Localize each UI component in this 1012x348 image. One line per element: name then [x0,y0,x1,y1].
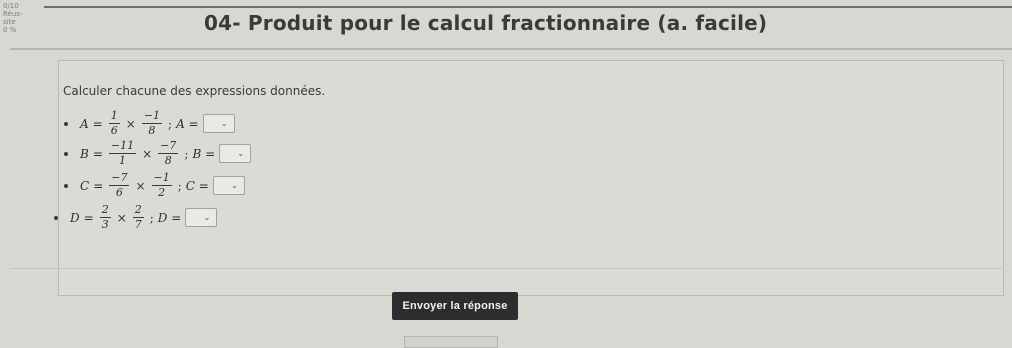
variable-b: B [80,146,89,161]
numerator: −1 [153,171,170,184]
semicolon: ; [177,178,182,193]
answer-dropdown-a[interactable]: ⌄ [202,114,235,133]
numerator: −11 [110,139,135,152]
score-panel: 0/10 Réus- site 0 % [3,2,22,34]
top-divider [44,6,1012,8]
fraction-b1: −11 1 [108,139,137,167]
list-item-c: C = −7 6 × −1 2 ; C = ⌄ [64,172,245,199]
answer-dropdown-d[interactable]: ⌄ [185,208,218,227]
variable-a: A [80,116,89,131]
submit-button[interactable]: Envoyer la réponse [392,292,518,320]
times-sign: × [142,146,153,161]
bullet-icon [64,151,68,156]
denominator: 6 [115,186,123,199]
chevron-down-icon: ⌄ [220,119,228,128]
answer-dropdown-c[interactable]: ⌄ [212,176,245,195]
fraction-b2: −7 8 [158,139,179,167]
bullet-icon [64,183,68,188]
header-separator [10,48,1012,50]
semicolon: ; [184,146,189,161]
equals-sign: = [83,210,94,225]
chevron-down-icon: ⌄ [237,149,245,158]
numerator: −1 [143,109,161,122]
fraction-a2: −1 8 [141,109,163,137]
numerator: −7 [160,139,177,152]
success-label-2: site [3,18,16,26]
answer-dropdown-b[interactable]: ⌄ [219,144,252,163]
denominator: 2 [158,186,166,199]
exercise-list: A = 1 6 × −1 8 ; A = ⌄ B = −11 1 × −7 8 … [54,100,554,270]
fraction-c1: −7 6 [109,171,130,199]
semicolon: ; [168,116,173,131]
denominator: 7 [134,218,142,231]
answer-label-c: C = [185,178,209,193]
times-sign: × [135,178,146,193]
success-label: Réus- [3,10,23,18]
exercise-prompt: Calculer chacune des expressions données… [63,84,326,98]
fraction-d2: 2 7 [132,203,144,231]
equals-sign: = [92,116,103,131]
fraction-c2: −1 2 [151,171,172,199]
list-item-b: B = −11 1 × −7 8 ; B = ⌄ [64,139,252,167]
numerator: 2 [101,203,109,216]
page-title: 04- Produit pour le calcul fractionnaire… [204,11,768,35]
denominator: 8 [164,154,172,167]
numerator: 2 [134,203,142,216]
times-sign: × [116,210,127,225]
answer-label-b: B = [192,146,216,161]
semicolon: ; [149,210,154,225]
equals-sign: = [92,146,103,161]
bullet-icon [54,215,58,220]
score-value: 0/10 [3,2,19,10]
denominator: 8 [148,124,156,137]
bullet-icon [64,121,68,126]
variable-c: C [80,178,90,193]
chevron-down-icon: ⌄ [203,213,211,222]
answer-label-a: A = [176,116,199,131]
variable-d: D [70,210,80,225]
denominator: 3 [101,218,109,231]
denominator: 1 [119,154,126,167]
equals-sign: = [93,178,104,193]
fraction-d1: 2 3 [99,203,111,231]
times-sign: × [125,116,136,131]
success-percent: 0 % [3,26,17,34]
chevron-down-icon: ⌄ [231,181,238,190]
fraction-a1: 1 6 [108,109,120,137]
numerator: −7 [111,171,128,184]
list-item-d: D = 2 3 × 2 7 ; D = ⌄ [54,203,218,231]
list-item-a: A = 1 6 × −1 8 ; A = ⌄ [64,110,235,137]
denominator: 6 [110,124,118,137]
footer-box [404,336,498,348]
answer-label-d: D = [157,210,182,225]
numerator: 1 [110,109,118,122]
